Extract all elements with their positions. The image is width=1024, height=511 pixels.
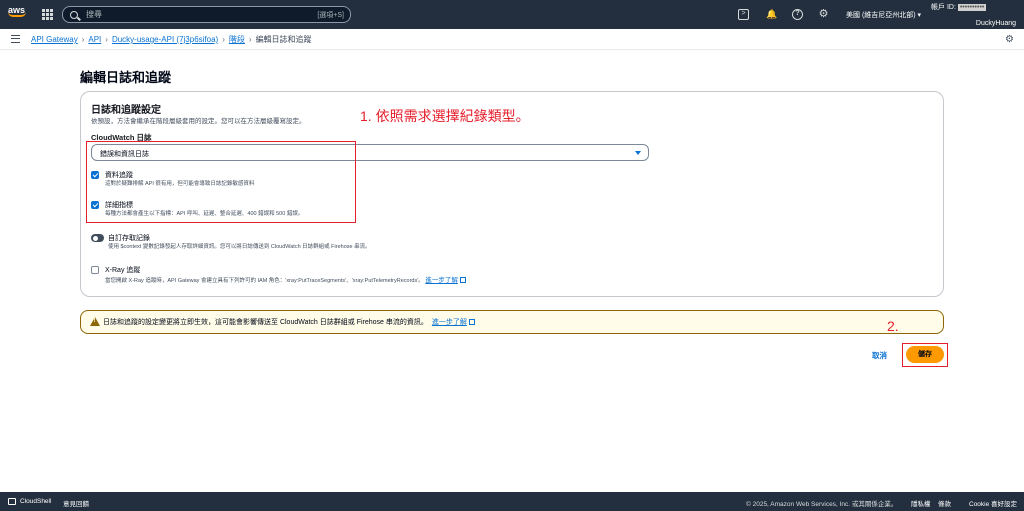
account-menu[interactable]: 帳戶 ID: •••••••••• DuckyHuang bbox=[931, 2, 1020, 27]
warning-message: 日誌和追蹤的設定變更將立即生效，這可能會影響傳送至 CloudWatch 日誌群… bbox=[103, 319, 428, 326]
panel-title: 日誌和追蹤設定 bbox=[91, 105, 161, 116]
custom-access-logging-description: 使用 $context 變數記錄發起人存取詳細資訊。您可以將日誌傳送到 Clou… bbox=[108, 244, 371, 250]
warning-alert: 日誌和追蹤的設定變更將立即生效，這可能會影響傳送至 CloudWatch 日誌群… bbox=[80, 310, 944, 334]
account-id-redacted: •••••••••• bbox=[957, 4, 987, 11]
search-shortcut-hint: [選項+S] bbox=[317, 12, 344, 19]
search-input[interactable] bbox=[86, 10, 306, 19]
warning-message-wrap: 日誌和追蹤的設定變更將立即生效，這可能會影響傳送至 CloudWatch 日誌群… bbox=[103, 317, 475, 327]
page-title: 編輯日誌和追蹤 bbox=[80, 70, 172, 85]
cookie-preferences-link[interactable]: Cookie 喜好設定 bbox=[969, 498, 1017, 508]
chevron-right-icon: › bbox=[222, 35, 225, 44]
custom-access-logging-toggle[interactable] bbox=[91, 234, 104, 242]
account-id-label: 帳戶 ID: bbox=[931, 4, 958, 11]
breadcrumb-stages[interactable]: 階段 bbox=[229, 34, 245, 45]
privacy-link[interactable]: 隱私權 bbox=[911, 498, 931, 508]
top-navigation: aws [選項+S] > 🔔 ? ⚙ 美國 (維吉尼亞州北部) ▾ 帳戶 ID:… bbox=[0, 0, 1024, 29]
warning-learn-more-link[interactable]: 進一步了解 bbox=[432, 319, 467, 326]
global-search[interactable]: [選項+S] bbox=[62, 6, 351, 23]
cloudshell-footer-icon[interactable] bbox=[8, 498, 16, 505]
external-link-icon bbox=[459, 277, 466, 283]
xray-tracing-checkbox[interactable] bbox=[91, 266, 99, 274]
aws-logo-text: aws bbox=[8, 5, 26, 15]
save-button[interactable]: 儲存 bbox=[906, 346, 944, 363]
annotation-step-1: 1. 依照需求選擇紀錄類型。 bbox=[360, 108, 530, 124]
copyright-text: © 2025, Amazon Web Services, Inc. 或其關係企業… bbox=[746, 501, 898, 508]
cancel-button[interactable]: 取消 bbox=[872, 350, 887, 361]
external-link-icon bbox=[468, 319, 475, 325]
breadcrumb-api-name[interactable]: Ducky-usage-API (7j3p6sifoa) bbox=[112, 35, 218, 44]
page-settings-icon[interactable]: ⚙ bbox=[1005, 34, 1014, 45]
breadcrumb-api[interactable]: API bbox=[88, 35, 101, 44]
chevron-right-icon: › bbox=[105, 35, 108, 44]
breadcrumb: API Gateway › API › Ducky-usage-API (7j3… bbox=[31, 34, 312, 45]
cloudshell-icon[interactable]: > bbox=[738, 9, 749, 20]
footer: CloudShell 意見回饋 © 2025, Amazon Web Servi… bbox=[0, 492, 1024, 511]
hamburger-menu-icon[interactable] bbox=[11, 35, 20, 43]
breadcrumb-current: 編輯日誌和追蹤 bbox=[255, 35, 312, 44]
feedback-link[interactable]: 意見回饋 bbox=[63, 498, 89, 508]
xray-tracing-description-wrap: 當您開啟 X-Ray 追蹤時，API Gateway 會建立具有下列許可的 IA… bbox=[105, 274, 466, 284]
chevron-right-icon: › bbox=[248, 35, 252, 44]
panel-description: 依預設，方法會繼承在階段層級套用的設定。您可以在方法層級覆寫設定。 bbox=[91, 118, 306, 125]
account-username: DuckyHuang bbox=[975, 20, 1016, 27]
settings-gear-icon[interactable]: ⚙ bbox=[818, 9, 829, 20]
cloudshell-link[interactable]: CloudShell bbox=[20, 498, 51, 505]
caret-down-icon bbox=[635, 151, 641, 155]
notifications-bell-icon[interactable]: 🔔 bbox=[766, 9, 777, 20]
warning-icon bbox=[90, 317, 100, 326]
region-selector[interactable]: 美國 (維吉尼亞州北部) ▾ bbox=[846, 10, 921, 20]
xray-tracing-description: 當您開啟 X-Ray 追蹤時，API Gateway 會建立具有下列許可的 IA… bbox=[105, 278, 424, 284]
xray-learn-more-link[interactable]: 進一步了解 bbox=[425, 277, 458, 284]
breadcrumb-api-gateway[interactable]: API Gateway bbox=[31, 35, 78, 44]
terms-link[interactable]: 條款 bbox=[938, 498, 951, 508]
services-menu-icon[interactable] bbox=[42, 9, 53, 20]
aws-logo[interactable]: aws bbox=[8, 5, 30, 23]
search-icon bbox=[70, 10, 78, 19]
breadcrumb-bar: API Gateway › API › Ducky-usage-API (7j3… bbox=[0, 29, 1024, 50]
annotation-step-2: 2. bbox=[887, 318, 899, 334]
help-icon[interactable]: ? bbox=[792, 9, 803, 20]
annotation-highlight-box-1 bbox=[86, 141, 356, 223]
chevron-right-icon: › bbox=[81, 35, 85, 44]
